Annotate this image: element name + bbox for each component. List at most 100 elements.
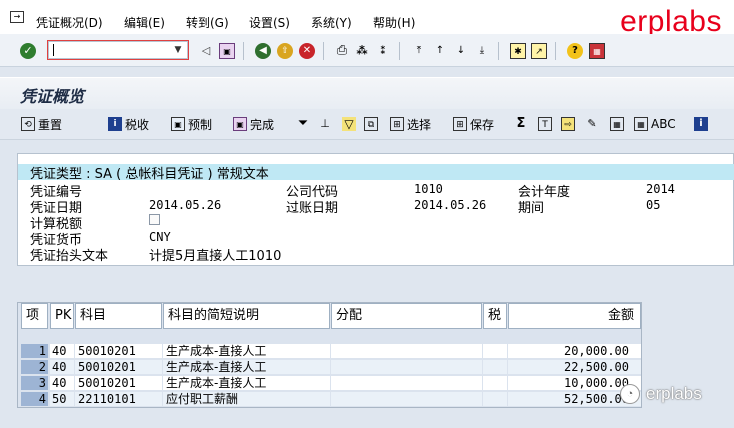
- subtotal-icon[interactable]: T: [538, 117, 552, 131]
- toolbar-separator: [399, 42, 400, 60]
- shortcut-icon[interactable]: ↗: [531, 43, 547, 59]
- posting-date-value: 2014.05.26: [414, 198, 487, 212]
- toolbar-separator: [555, 42, 556, 60]
- column-header-item[interactable]: 项: [21, 303, 48, 329]
- header-text-value: 计提5月直接人工1010: [149, 249, 282, 264]
- last-page-icon[interactable]: ⤓: [474, 43, 490, 59]
- toolbar-separator: [243, 42, 244, 60]
- menu-bar: → 凭证概况(D) 编辑(E) 转到(G) 设置(S) 系统(Y) 帮助(H) …: [0, 0, 734, 38]
- back-triangle-icon[interactable]: ◁: [198, 43, 214, 59]
- next-page-icon[interactable]: ↓: [453, 43, 469, 59]
- exit-arrow-icon[interactable]: ⇧: [277, 43, 293, 59]
- park-disk-icon: ▣: [171, 117, 185, 131]
- first-page-icon[interactable]: ⤒: [411, 43, 427, 59]
- row-index-cell[interactable]: 1: [21, 344, 48, 358]
- chevron-down-icon[interactable]: ▼: [171, 43, 185, 57]
- save-button-label: 保存: [470, 117, 495, 132]
- row-index-cell[interactable]: 4: [21, 392, 48, 406]
- amount-cell: 22,500.00: [508, 360, 641, 374]
- complete-button[interactable]: ▣ 完成: [233, 116, 274, 132]
- application-toolbar: ⟲ 重置 i 税收 ▣ 预制 ▣ 完成 ⏷ ⊥ ▽ ⧉ ⊞ 选择 ⊞ 保存 Σ …: [0, 109, 734, 140]
- row-index-cell[interactable]: 2: [21, 360, 48, 374]
- document-type-row: 凭证类型 : SA ( 总帐科目凭证 ) 常规文本: [18, 164, 734, 182]
- posting-key-cell: 40: [50, 344, 74, 358]
- fiscal-year-value: 2014: [646, 182, 675, 196]
- account-cell: 22110101: [75, 392, 162, 406]
- menu-help[interactable]: 帮助(H): [373, 14, 415, 31]
- save-disk-icon[interactable]: ▣: [219, 43, 235, 59]
- save-button[interactable]: ⊞ 保存: [453, 116, 494, 132]
- reset-icon: ⟲: [21, 117, 35, 131]
- amount-cell: 20,000.00: [508, 344, 641, 358]
- assignment-cell: [331, 360, 482, 374]
- help-icon[interactable]: ?: [567, 43, 583, 59]
- layout-menu-icon[interactable]: ▦: [589, 43, 605, 59]
- tax-button-label: 税收: [125, 117, 150, 132]
- tax-code-cell: [483, 376, 507, 390]
- copy-rows-icon[interactable]: ⧉: [364, 117, 378, 131]
- abc-button[interactable]: ▦ ABC: [634, 116, 676, 132]
- select-button[interactable]: ⊞ 选择: [390, 116, 431, 132]
- menu-goto[interactable]: 转到(G): [186, 14, 229, 31]
- posting-key-cell: 40: [50, 376, 74, 390]
- menu-settings[interactable]: 设置(S): [249, 14, 290, 31]
- tax-button[interactable]: i 税收: [108, 116, 149, 132]
- reset-button-label: 重置: [38, 117, 63, 132]
- reset-button[interactable]: ⟲ 重置: [21, 116, 62, 132]
- park-button-label: 预制: [188, 117, 213, 132]
- column-header-amount[interactable]: 金额: [508, 303, 641, 329]
- edit-pencil-icon[interactable]: ✎: [585, 117, 599, 131]
- previous-page-icon[interactable]: ↑: [432, 43, 448, 59]
- assignment-cell: [331, 344, 482, 358]
- enter-check-icon[interactable]: ✓: [20, 43, 36, 59]
- posting-date-label: 过账日期: [286, 201, 339, 216]
- find-icon[interactable]: ⁂: [354, 43, 370, 59]
- menu-edit[interactable]: 编辑(E): [124, 14, 165, 31]
- command-field[interactable]: ▼: [47, 40, 189, 60]
- row-index-cell[interactable]: 3: [21, 376, 48, 390]
- column-header-tax[interactable]: 税: [483, 303, 507, 329]
- sum-icon[interactable]: Σ: [514, 117, 528, 131]
- tax-code-cell: [483, 344, 507, 358]
- header-text-label: 凭证抬头文本: [30, 249, 109, 264]
- info-icon[interactable]: i: [694, 117, 708, 131]
- abc-button-label: ABC: [651, 117, 676, 131]
- account-description-cell: 应付职工薪酬: [163, 392, 330, 406]
- abc-analysis-icon: ▦: [634, 117, 648, 131]
- park-button[interactable]: ▣ 预制: [171, 116, 212, 132]
- account-cell: 50010201: [75, 344, 162, 358]
- complete-disk-icon: ▣: [233, 117, 247, 131]
- sort-ascending-icon[interactable]: ⊥: [318, 117, 332, 131]
- calculate-tax-checkbox[interactable]: [149, 214, 160, 225]
- column-header-pk[interactable]: PK: [50, 303, 74, 329]
- tax-icon: i: [108, 117, 122, 131]
- text-caret: [53, 44, 54, 56]
- toolbar-separator: [323, 42, 324, 60]
- menu-document-overview[interactable]: 凭证概况(D): [36, 14, 103, 31]
- export-icon[interactable]: ⇨: [561, 117, 575, 131]
- period-label: 期间: [518, 201, 545, 216]
- document-header-panel: 凭证类型 : SA ( 总帐科目凭证 ) 常规文本 凭证编号 公司代码 1010…: [17, 153, 734, 266]
- complete-button-label: 完成: [250, 117, 275, 132]
- account-description-cell: 生产成本-直接人工: [163, 376, 330, 390]
- page-title: 凭证概览: [20, 87, 85, 106]
- account-description-cell: 生产成本-直接人工: [163, 344, 330, 358]
- column-header-account-description[interactable]: 科目的简短说明: [163, 303, 330, 329]
- find-next-icon[interactable]: ⁑: [375, 43, 391, 59]
- cancel-icon[interactable]: ✕: [299, 43, 315, 59]
- print-icon[interactable]: ⎙: [334, 43, 350, 59]
- tax-code-cell: [483, 392, 507, 406]
- select-icon: ⊞: [390, 117, 404, 131]
- back-arrow-icon[interactable]: ◀: [255, 43, 271, 59]
- column-header-assignment[interactable]: 分配: [331, 303, 482, 329]
- calculator-icon[interactable]: ▦: [610, 117, 624, 131]
- document-date-value: 2014.05.26: [149, 198, 222, 212]
- line-items-table: 项 PK 科目 科目的简短说明 分配 税 金额 1 40 50010201 生产成本-…: [17, 302, 642, 408]
- posting-key-cell: 40: [50, 360, 74, 374]
- exit-menu-icon[interactable]: →: [10, 11, 24, 23]
- filter-icon[interactable]: ⏷: [296, 117, 310, 131]
- column-header-account[interactable]: 科目: [75, 303, 162, 329]
- sort-descending-icon[interactable]: ▽: [342, 117, 356, 131]
- create-session-icon[interactable]: ✱: [510, 43, 526, 59]
- menu-system[interactable]: 系统(Y): [311, 14, 352, 31]
